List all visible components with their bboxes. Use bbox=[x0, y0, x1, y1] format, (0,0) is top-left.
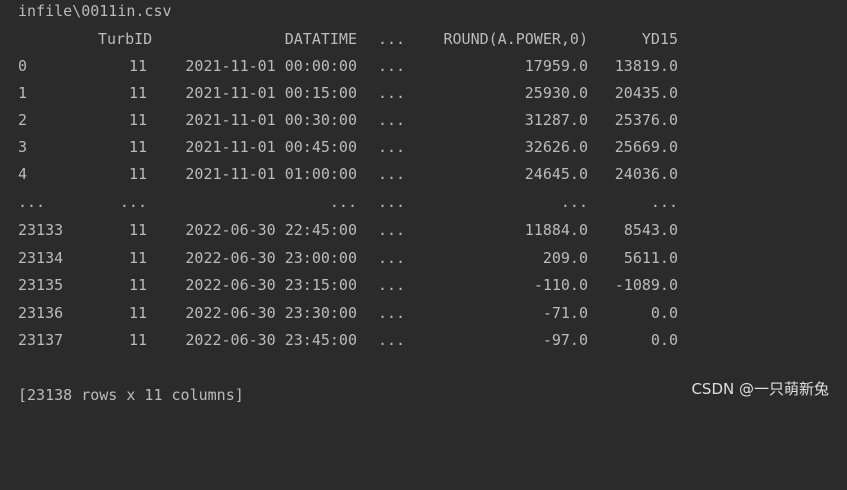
csv-path-text: infile\0011in.csv bbox=[18, 2, 172, 20]
power-cell: 24645.0 bbox=[524, 165, 588, 183]
table-row: 23134 11 2022-06-30 23:00:00 ... 209.0 5… bbox=[18, 248, 698, 268]
yd15-cell: 5611.0 bbox=[623, 249, 678, 267]
ellipsis-cell: ... bbox=[378, 84, 406, 102]
ellipsis-cell: ... bbox=[378, 304, 406, 322]
ellipsis-cell: ... bbox=[378, 57, 406, 75]
table-row: 0 11 2021-11-01 00:00:00 ... 17959.0 138… bbox=[18, 56, 698, 76]
table-row: 23135 11 2022-06-30 23:15:00 ... -110.0 … bbox=[18, 275, 698, 295]
table-row: 23137 11 2022-06-30 23:45:00 ... -97.0 0… bbox=[18, 330, 698, 350]
table-row: 23133 11 2022-06-30 22:45:00 ... 11884.0… bbox=[18, 220, 698, 240]
yd15-cell: ... bbox=[650, 193, 678, 211]
column-header-power: ROUND(A.POWER,0) bbox=[443, 30, 589, 48]
power-cell: 25930.0 bbox=[524, 84, 588, 102]
row-index: 4 bbox=[18, 165, 28, 183]
console-output: infile\0011in.csv TurbID DATATIME ... RO… bbox=[0, 0, 847, 410]
column-header-ellipsis: ... bbox=[378, 30, 406, 48]
row-index: 2 bbox=[18, 111, 28, 129]
row-index: 1 bbox=[18, 84, 28, 102]
turbid-cell: 11 bbox=[128, 57, 147, 75]
row-index: 23135 bbox=[18, 276, 64, 294]
turbid-cell: 11 bbox=[128, 331, 147, 349]
power-cell: 31287.0 bbox=[524, 111, 588, 129]
datatime-cell: 2022-06-30 23:45:00 bbox=[185, 331, 357, 349]
row-index: 0 bbox=[18, 57, 28, 75]
ellipsis-cell: ... bbox=[378, 165, 406, 183]
table-row: 23136 11 2022-06-30 23:30:00 ... -71.0 0… bbox=[18, 303, 698, 323]
row-index: 3 bbox=[18, 138, 28, 156]
turbid-cell: 11 bbox=[128, 138, 147, 156]
ellipsis-cell: ... bbox=[378, 221, 406, 239]
turbid-cell: 11 bbox=[128, 304, 147, 322]
yd15-cell: 0.0 bbox=[650, 304, 678, 322]
column-header-yd15: YD15 bbox=[641, 30, 678, 48]
datatime-cell: 2021-11-01 00:45:00 bbox=[185, 138, 357, 156]
yd15-cell: -1089.0 bbox=[614, 276, 678, 294]
column-header-datatime: DATATIME bbox=[284, 30, 357, 48]
power-cell: -97.0 bbox=[542, 331, 588, 349]
yd15-cell: 13819.0 bbox=[614, 57, 678, 75]
power-cell: 17959.0 bbox=[524, 57, 588, 75]
column-header-turbid: TurbID bbox=[98, 30, 153, 48]
row-index: 23133 bbox=[18, 221, 64, 239]
row-index: 23134 bbox=[18, 249, 64, 267]
datatime-cell: 2021-11-01 00:30:00 bbox=[185, 111, 357, 129]
datatime-cell: 2022-06-30 22:45:00 bbox=[185, 221, 357, 239]
summary-text: [23138 rows x 11 columns] bbox=[18, 386, 244, 404]
row-index: 23136 bbox=[18, 304, 64, 322]
ellipsis-cell: ... bbox=[378, 331, 406, 349]
datatime-cell: 2021-11-01 00:00:00 bbox=[185, 57, 357, 75]
datatime-cell: 2021-11-01 00:15:00 bbox=[185, 84, 357, 102]
yd15-cell: 25376.0 bbox=[614, 111, 678, 129]
turbid-cell: 11 bbox=[128, 276, 147, 294]
table-row-ellipsis: ... ... ... ... ... ... bbox=[18, 192, 698, 212]
ellipsis-cell: ... bbox=[378, 276, 406, 294]
datatime-cell: ... bbox=[329, 193, 357, 211]
table-row: 2 11 2021-11-01 00:30:00 ... 31287.0 253… bbox=[18, 110, 698, 130]
ellipsis-cell: ... bbox=[378, 249, 406, 267]
table-header-row: TurbID DATATIME ... ROUND(A.POWER,0) YD1… bbox=[18, 29, 698, 49]
turbid-cell: 11 bbox=[128, 249, 147, 267]
datatime-cell: 2022-06-30 23:30:00 bbox=[185, 304, 357, 322]
power-cell: -71.0 bbox=[542, 304, 588, 322]
yd15-cell: 24036.0 bbox=[614, 165, 678, 183]
table-row: 1 11 2021-11-01 00:15:00 ... 25930.0 204… bbox=[18, 83, 698, 103]
ellipsis-cell: ... bbox=[378, 111, 406, 129]
yd15-cell: 25669.0 bbox=[614, 138, 678, 156]
yd15-cell: 0.0 bbox=[650, 331, 678, 349]
power-cell: 11884.0 bbox=[524, 221, 588, 239]
turbid-cell: 11 bbox=[128, 221, 147, 239]
yd15-cell: 20435.0 bbox=[614, 84, 678, 102]
power-cell: 209.0 bbox=[542, 249, 588, 267]
turbid-cell: 11 bbox=[128, 165, 147, 183]
ellipsis-cell: ... bbox=[378, 193, 406, 211]
watermark-text: CSDN @一只萌新兔 bbox=[691, 380, 829, 398]
yd15-cell: 8543.0 bbox=[623, 221, 678, 239]
datatime-cell: 2021-11-01 01:00:00 bbox=[185, 165, 357, 183]
table-row: 3 11 2021-11-01 00:45:00 ... 32626.0 256… bbox=[18, 137, 698, 157]
power-cell: ... bbox=[560, 193, 588, 211]
ellipsis-cell: ... bbox=[378, 138, 406, 156]
datatime-cell: 2022-06-30 23:15:00 bbox=[185, 276, 357, 294]
turbid-cell: 11 bbox=[128, 111, 147, 129]
row-index: 23137 bbox=[18, 331, 64, 349]
power-cell: -110.0 bbox=[533, 276, 588, 294]
row-index: ... bbox=[18, 193, 46, 211]
turbid-cell: 11 bbox=[128, 84, 147, 102]
table-row: 4 11 2021-11-01 01:00:00 ... 24645.0 240… bbox=[18, 164, 698, 184]
power-cell: 32626.0 bbox=[524, 138, 588, 156]
turbid-cell: ... bbox=[119, 193, 147, 211]
datatime-cell: 2022-06-30 23:00:00 bbox=[185, 249, 357, 267]
